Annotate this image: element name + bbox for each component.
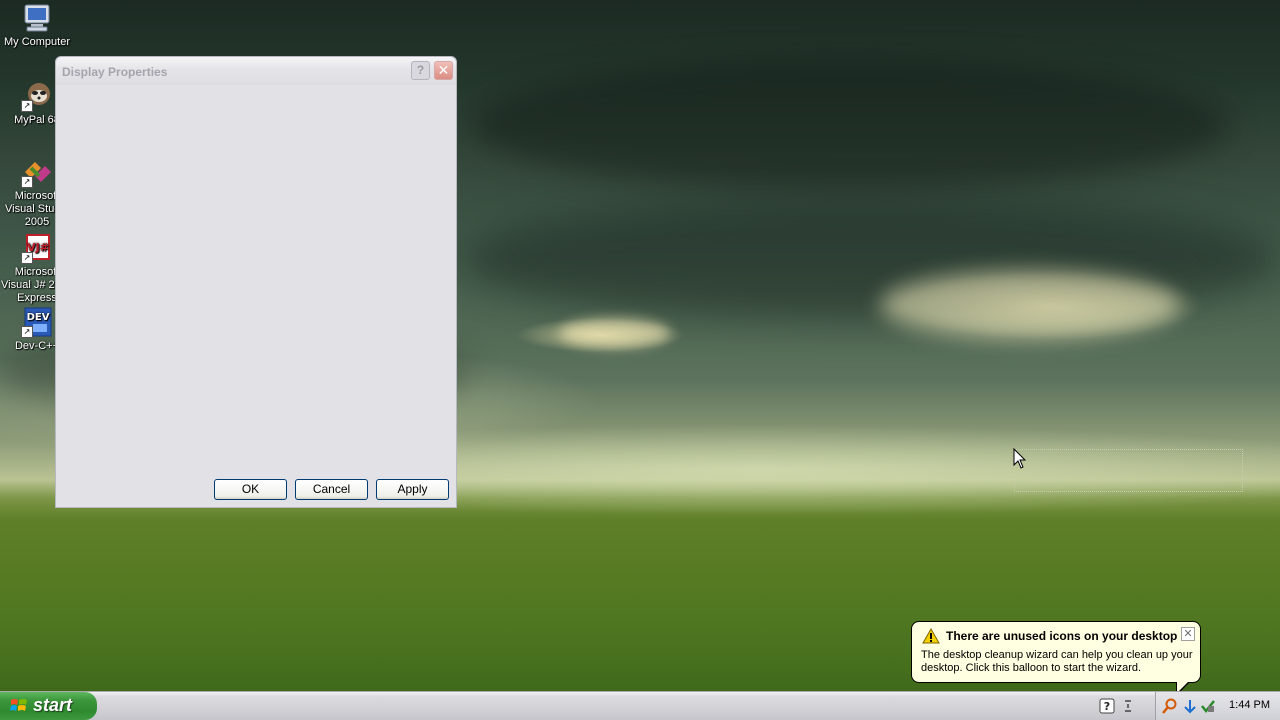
visual-jsharp-icon: VJ# ↗ — [21, 232, 53, 264]
desktop-icon-my-computer[interactable]: My Computer — [0, 2, 74, 49]
taskbar: start ? 1:44 PM — [0, 691, 1280, 720]
apply-button[interactable]: Apply — [376, 479, 449, 500]
desktop-cleanup-balloon[interactable]: There are unused icons on your desktop ✕… — [911, 621, 1201, 696]
drag-selection-rectangle — [1014, 449, 1243, 492]
dialog-titlebar[interactable]: Display Properties ? ✕ — [56, 57, 456, 85]
windows-logo-icon — [10, 697, 28, 715]
ok-button[interactable]: OK — [214, 479, 287, 500]
start-label: start — [33, 695, 73, 715]
wallpaper-cloud — [460, 200, 1280, 320]
balloon-text: The desktop cleanup wizard can help you … — [921, 649, 1193, 674]
dialog-title: Display Properties — [62, 65, 168, 79]
start-button[interactable]: start — [0, 692, 97, 720]
shortcut-arrow-icon: ↗ — [21, 176, 33, 188]
display-properties-dialog: Display Properties ? ✕ OK Cancel Apply — [55, 56, 457, 508]
shortcut-arrow-icon: ↗ — [21, 252, 33, 264]
warning-icon — [922, 627, 940, 647]
overflow-icon[interactable] — [1122, 698, 1138, 714]
antivirus-icon[interactable] — [1200, 698, 1216, 714]
system-tray: 1:44 PM — [1155, 692, 1280, 720]
shortcut-arrow-icon: ↗ — [21, 100, 33, 112]
network-icon[interactable] — [1182, 698, 1198, 714]
mypal-browser-icon: ↗ — [21, 80, 53, 112]
dev-cpp-icon: DEV ↗ — [21, 306, 53, 338]
mouse-cursor-icon — [1013, 447, 1027, 473]
balloon-title: There are unused icons on your desktop — [946, 629, 1178, 643]
close-button[interactable]: ✕ — [434, 61, 453, 80]
balloon-close-button[interactable]: ✕ — [1181, 627, 1195, 641]
wallpaper-cloud — [560, 318, 670, 348]
my-computer-icon — [21, 2, 53, 34]
wallpaper-cloud — [880, 270, 1180, 340]
search-icon[interactable] — [1162, 698, 1178, 714]
visual-studio-icon: ↗ — [21, 156, 53, 188]
svg-text:DEV: DEV — [27, 312, 50, 323]
desktop-icon-label: My Computer — [3, 36, 71, 48]
help-button[interactable]: ? — [411, 61, 430, 80]
clock[interactable]: 1:44 PM — [1229, 699, 1270, 711]
wallpaper-cloud — [470, 60, 1230, 190]
cancel-button[interactable]: Cancel — [295, 479, 368, 500]
svg-text:?: ? — [1104, 700, 1110, 713]
shortcut-arrow-icon: ↗ — [21, 326, 33, 338]
help-icon[interactable]: ? — [1099, 698, 1115, 714]
